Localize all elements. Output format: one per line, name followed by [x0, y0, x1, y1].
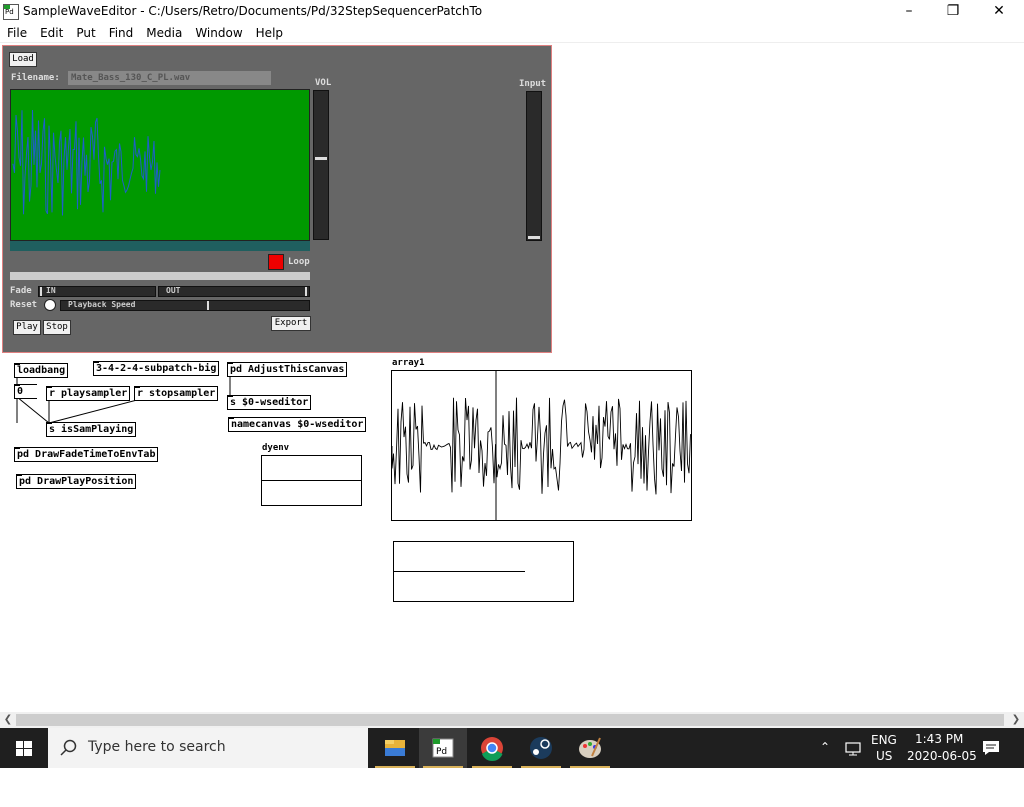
chevron-up-icon[interactable]: ⌃: [820, 740, 830, 754]
adjust-canvas-object[interactable]: pd AdjustThisCanvas: [227, 362, 348, 377]
taskbar: Type here to search Pd ⌃ ENG US 1:43 PM …: [0, 728, 1024, 768]
namecanvas-object[interactable]: namecanvas $0-wseditor: [228, 417, 367, 432]
horizontal-scrollbar[interactable]: ❮ ❯: [0, 712, 1024, 728]
dyenv-array[interactable]: [261, 455, 362, 506]
taskbar-search[interactable]: Type here to search: [48, 728, 368, 768]
send-issamplaying-object[interactable]: s isSamPlaying: [46, 422, 137, 437]
network-icon[interactable]: [844, 740, 862, 756]
clock-date[interactable]: 2020-06-05: [907, 749, 977, 763]
search-placeholder: Type here to search: [88, 739, 226, 755]
notifications-icon[interactable]: [982, 740, 1000, 756]
array1-waveform: [391, 371, 691, 520]
desktop-margin: [0, 768, 1024, 807]
array1-label: array1: [392, 358, 425, 368]
scroll-thumb[interactable]: [16, 714, 1004, 726]
empty-graph-line: [394, 571, 525, 572]
file-explorer-taskbar-button[interactable]: [371, 728, 419, 768]
steam-icon: [530, 737, 552, 759]
dyenv-line: [262, 480, 361, 481]
scroll-left-icon[interactable]: ❮: [0, 712, 16, 728]
steam-taskbar-button[interactable]: [517, 728, 565, 768]
loadbang-object[interactable]: loadbang: [14, 363, 69, 378]
scroll-right-icon[interactable]: ❯: [1008, 712, 1024, 728]
empty-graph[interactable]: [393, 541, 574, 602]
search-icon: [60, 739, 77, 756]
drawplay-subpatch-object[interactable]: pd DrawPlayPosition: [15, 474, 137, 489]
drawfade-subpatch-object[interactable]: pd DrawFadeTimeToEnvTab: [14, 447, 159, 462]
folder-icon: [385, 740, 405, 756]
start-button[interactable]: [0, 728, 48, 768]
number-box[interactable]: 0: [14, 384, 37, 399]
send-wseditor-object[interactable]: s $0-wseditor: [227, 395, 312, 410]
subpatch-object[interactable]: 3-4-2-4-subpatch-big: [93, 361, 220, 376]
language-bottom[interactable]: US: [876, 749, 892, 763]
receive-playsampler-object[interactable]: r playsampler: [46, 386, 131, 401]
svg-text:Pd: Pd: [436, 747, 447, 757]
clock-time[interactable]: 1:43 PM: [915, 732, 963, 746]
paint-taskbar-button[interactable]: [566, 728, 614, 768]
pd-icon: Pd: [432, 738, 454, 758]
dyenv-label: dyenv: [262, 443, 290, 453]
pure-data-taskbar-button[interactable]: Pd: [419, 728, 467, 768]
array1-waveform-line: [391, 397, 691, 495]
language-top[interactable]: ENG: [871, 733, 897, 747]
windows-logo-icon: [16, 741, 32, 756]
array1-graph[interactable]: [391, 370, 692, 521]
chrome-taskbar-button[interactable]: [468, 728, 516, 768]
paint-icon: [579, 737, 601, 758]
chrome-icon: [481, 737, 503, 762]
receive-stopsampler-object[interactable]: r stopsampler: [134, 386, 219, 401]
